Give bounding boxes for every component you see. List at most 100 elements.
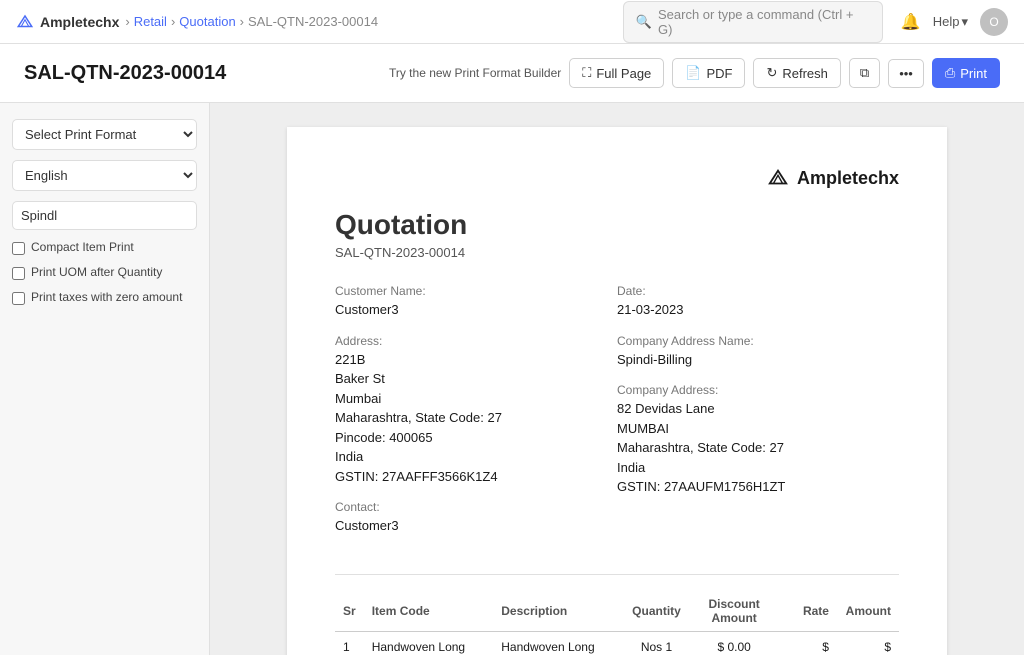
refresh-label: Refresh bbox=[782, 66, 828, 81]
sidebar: Select Print Format English Compact Item… bbox=[0, 103, 210, 655]
print-button[interactable]: ⎙ Print bbox=[932, 58, 1000, 88]
document-id: SAL-QTN-2023-00014 bbox=[335, 245, 899, 260]
breadcrumb-current: SAL-QTN-2023-00014 bbox=[248, 14, 378, 29]
doc-logo-icon bbox=[767, 167, 789, 189]
customer-name-value: Customer3 bbox=[335, 300, 617, 320]
address-label: Address: bbox=[335, 334, 617, 348]
cell-sr: 1 bbox=[335, 631, 364, 655]
top-navigation: Ampletechx › Retail › Quotation › SAL-QT… bbox=[0, 0, 1024, 44]
notifications-button[interactable]: 🔔 bbox=[901, 12, 921, 32]
customer-name-label: Customer Name: bbox=[335, 284, 617, 298]
taxes-label: Print taxes with zero amount bbox=[31, 290, 182, 304]
col-item-code: Item Code bbox=[364, 591, 494, 632]
compact-item-check[interactable] bbox=[12, 242, 25, 255]
search-icon: 🔍 bbox=[636, 14, 652, 30]
taxes-checkbox[interactable]: Print taxes with zero amount bbox=[12, 290, 197, 305]
cell-discount: $ 0.00 bbox=[689, 631, 780, 655]
fields-right-column: Date: 21-03-2023 Company Address Name: S… bbox=[617, 284, 899, 550]
document: Ampletechx Quotation SAL-QTN-2023-00014 … bbox=[287, 127, 947, 655]
cell-amount: $ 100.00 bbox=[837, 631, 899, 655]
date-field: Date: 21-03-2023 bbox=[617, 284, 899, 320]
company-address-name-label: Company Address Name: bbox=[617, 334, 899, 348]
full-page-button[interactable]: ⛶ Full Page bbox=[569, 58, 664, 88]
breadcrumb-separator: › bbox=[125, 14, 129, 29]
date-label: Date: bbox=[617, 284, 899, 298]
customer-name-field: Customer Name: Customer3 bbox=[335, 284, 617, 320]
table-header-row: Sr Item Code Description Quantity Discou… bbox=[335, 591, 899, 632]
address-value: 221B Baker St Mumbai Maharashtra, State … bbox=[335, 350, 617, 487]
help-button[interactable]: Help ▾ bbox=[933, 14, 968, 30]
col-description: Description bbox=[493, 591, 624, 632]
col-quantity: Quantity bbox=[624, 591, 689, 632]
contact-label: Contact: bbox=[335, 500, 617, 514]
uom-check[interactable] bbox=[12, 267, 25, 280]
try-new-label: Try the new Print Format Builder bbox=[389, 66, 561, 80]
breadcrumb-retail[interactable]: Retail bbox=[134, 14, 167, 29]
breadcrumb: › Retail › Quotation › SAL-QTN-2023-0001… bbox=[125, 14, 378, 29]
company-address-field: Company Address: 82 Devidas Lane MUMBAI … bbox=[617, 383, 899, 497]
date-value: 21-03-2023 bbox=[617, 300, 899, 320]
page-header: SAL-QTN-2023-00014 Try the new Print For… bbox=[0, 44, 1024, 103]
contact-field: Contact: Customer3 bbox=[335, 500, 617, 536]
full-page-label: Full Page bbox=[596, 66, 651, 81]
document-title: Quotation bbox=[335, 209, 899, 241]
company-address-label: Company Address: bbox=[617, 383, 899, 397]
pdf-button[interactable]: 📄 PDF bbox=[672, 58, 745, 88]
col-rate: Rate bbox=[779, 591, 837, 632]
help-chevron-icon: ▾ bbox=[961, 14, 968, 30]
uom-label: Print UOM after Quantity bbox=[31, 265, 162, 279]
language-select[interactable]: English bbox=[12, 160, 197, 191]
logo-text: Ampletechx bbox=[40, 14, 119, 30]
document-fields: Customer Name: Customer3 Address: 221B B… bbox=[335, 284, 899, 550]
filter-input[interactable] bbox=[12, 201, 197, 230]
breadcrumb-sep2: › bbox=[171, 14, 175, 29]
pdf-icon: 📄 bbox=[685, 65, 701, 81]
document-logo: Ampletechx bbox=[335, 167, 899, 189]
cell-rate: $ 100.00 bbox=[779, 631, 837, 655]
compact-item-label: Compact Item Print bbox=[31, 240, 134, 254]
page-header-actions: Try the new Print Format Builder ⛶ Full … bbox=[389, 58, 1000, 88]
main-layout: Select Print Format English Compact Item… bbox=[0, 103, 1024, 655]
col-amount: Amount bbox=[837, 591, 899, 632]
refresh-button[interactable]: ↻ Refresh bbox=[753, 58, 840, 88]
logo-icon bbox=[16, 13, 34, 31]
document-divider bbox=[335, 574, 899, 575]
taxes-check[interactable] bbox=[12, 292, 25, 305]
more-button[interactable]: ••• bbox=[888, 59, 924, 88]
items-table: Sr Item Code Description Quantity Discou… bbox=[335, 591, 899, 655]
address-field: Address: 221B Baker St Mumbai Maharashtr… bbox=[335, 334, 617, 487]
more-icon: ••• bbox=[899, 66, 913, 81]
copy-icon: ⧉ bbox=[860, 65, 869, 81]
print-icon: ⎙ bbox=[945, 65, 955, 81]
pdf-label: PDF bbox=[706, 66, 732, 81]
copy-button[interactable]: ⧉ bbox=[849, 58, 880, 88]
print-label: Print bbox=[960, 66, 987, 81]
page-title: SAL-QTN-2023-00014 bbox=[24, 62, 226, 85]
company-address-name-field: Company Address Name: Spindi-Billing bbox=[617, 334, 899, 370]
user-avatar[interactable]: O bbox=[980, 8, 1008, 36]
compact-item-checkbox[interactable]: Compact Item Print bbox=[12, 240, 197, 255]
search-placeholder: Search or type a command (Ctrl + G) bbox=[658, 7, 870, 37]
company-address-value: 82 Devidas Lane MUMBAI Maharashtra, Stat… bbox=[617, 399, 899, 497]
uom-checkbox[interactable]: Print UOM after Quantity bbox=[12, 265, 197, 280]
breadcrumb-quotation[interactable]: Quotation bbox=[179, 14, 235, 29]
contact-value: Customer3 bbox=[335, 516, 617, 536]
table-row: 1 Handwoven Long Kurta-GRE-S Handwoven L… bbox=[335, 631, 899, 655]
refresh-icon: ↻ bbox=[766, 65, 777, 81]
print-preview-area: Ampletechx Quotation SAL-QTN-2023-00014 … bbox=[210, 103, 1024, 655]
col-discount: Discount Amount bbox=[689, 591, 780, 632]
cell-item-code: Handwoven Long Kurta-GRE-S bbox=[364, 631, 494, 655]
breadcrumb-sep3: › bbox=[240, 14, 244, 29]
cell-description: Handwoven Long Kurta-GRE-S bbox=[493, 631, 624, 655]
topnav-actions: 🔔 Help ▾ O bbox=[901, 8, 1008, 36]
user-initial: O bbox=[989, 15, 998, 29]
help-label: Help bbox=[933, 14, 960, 29]
logo: Ampletechx bbox=[16, 13, 119, 31]
print-format-select[interactable]: Select Print Format bbox=[12, 119, 197, 150]
fields-left-column: Customer Name: Customer3 Address: 221B B… bbox=[335, 284, 617, 550]
cell-quantity: Nos 1 bbox=[624, 631, 689, 655]
search-bar[interactable]: 🔍 Search or type a command (Ctrl + G) bbox=[623, 1, 883, 43]
table-body: 1 Handwoven Long Kurta-GRE-S Handwoven L… bbox=[335, 631, 899, 655]
full-page-icon: ⛶ bbox=[582, 65, 591, 81]
col-sr: Sr bbox=[335, 591, 364, 632]
